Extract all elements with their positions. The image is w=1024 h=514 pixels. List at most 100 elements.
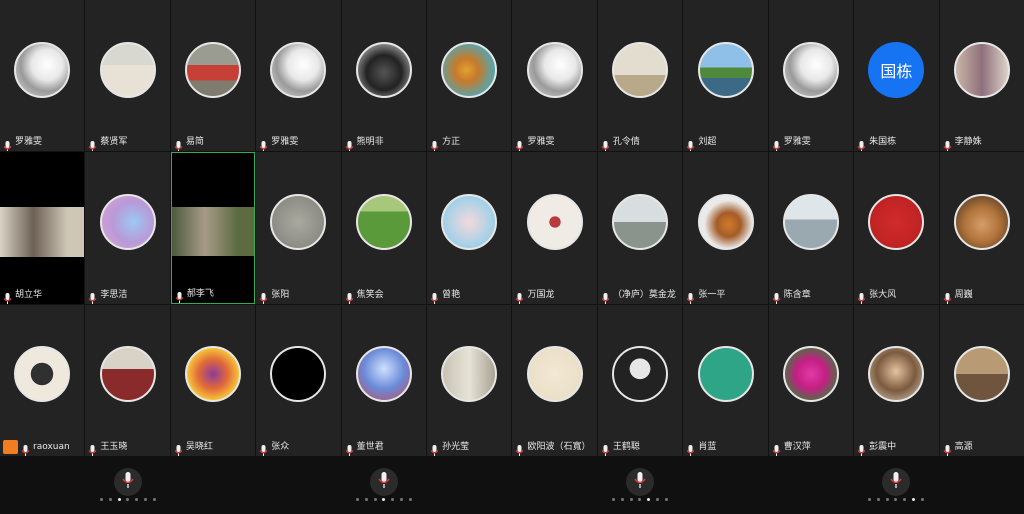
- page-dot[interactable]: [656, 498, 660, 501]
- mic-muted-icon: [88, 289, 97, 304]
- mute-toggle-button[interactable]: [370, 468, 398, 496]
- participant-tile[interactable]: 李静姝: [939, 0, 1024, 152]
- participant-tile[interactable]: 罗雅雯: [256, 0, 341, 152]
- participant-tile[interactable]: 蔡贤军: [85, 0, 170, 152]
- participant-tile[interactable]: （净庐）莫金龙: [597, 152, 683, 304]
- page-dot[interactable]: [876, 498, 880, 501]
- avatar: [953, 346, 1010, 403]
- avatar: [612, 346, 669, 403]
- participant-name: 董世君: [356, 441, 384, 452]
- page-dot[interactable]: [391, 498, 395, 501]
- page-indicator[interactable]: [356, 498, 412, 501]
- participant-name-bar: raoxuan: [0, 438, 70, 456]
- participant-name-bar: 罗雅雯: [0, 133, 42, 152]
- mute-toggle-button[interactable]: [626, 468, 654, 496]
- page-dot[interactable]: [373, 498, 377, 501]
- mic-muted-icon: [21, 441, 30, 456]
- page-dot[interactable]: [629, 498, 633, 501]
- participant-tile[interactable]: 曾艳: [427, 152, 512, 304]
- page-dot[interactable]: [612, 498, 615, 501]
- page-dot[interactable]: [126, 498, 130, 501]
- participant-tile[interactable]: 张众: [256, 304, 341, 456]
- page-dot[interactable]: [885, 498, 889, 501]
- participant-tile[interactable]: 肖蓝: [683, 304, 768, 456]
- page-dot[interactable]: [152, 498, 156, 501]
- page-dot[interactable]: [620, 498, 624, 501]
- participant-tile[interactable]: 罗雅雯: [512, 0, 597, 152]
- participant-tile[interactable]: 欧阳波（石寬）: [512, 304, 597, 456]
- video-feed: [171, 153, 255, 303]
- page-dot[interactable]: [894, 498, 898, 501]
- participant-tile[interactable]: 周巍: [939, 152, 1024, 304]
- participant-tile[interactable]: 郝李飞: [170, 152, 256, 304]
- participant-tile[interactable]: 张大风: [854, 152, 939, 304]
- page-dot[interactable]: [400, 498, 404, 501]
- participant-tile[interactable]: 罗雅雯: [768, 0, 854, 152]
- participant-name: 孙光莹: [442, 441, 470, 452]
- mic-muted-icon: [430, 137, 439, 152]
- participant-tile[interactable]: 国栋 朱国栋: [854, 0, 939, 152]
- mic-muted-icon: [601, 441, 610, 456]
- participant-tile[interactable]: 吴晓红: [170, 304, 256, 456]
- page-indicator[interactable]: [612, 498, 668, 501]
- page-dot[interactable]: [868, 498, 871, 501]
- page-dot[interactable]: [135, 498, 139, 501]
- page-dot[interactable]: [912, 498, 916, 501]
- page-dot[interactable]: [356, 498, 359, 501]
- participant-tile[interactable]: 彭震中: [854, 304, 939, 456]
- page-dot[interactable]: [117, 498, 121, 501]
- page-dot[interactable]: [647, 498, 651, 501]
- participant-tile[interactable]: raoxuan: [0, 304, 85, 456]
- participant-name-bar: 罗雅雯: [512, 133, 555, 152]
- page-dot[interactable]: [920, 498, 924, 501]
- page-dot[interactable]: [638, 498, 642, 501]
- page-dot[interactable]: [144, 498, 148, 501]
- participant-tile[interactable]: 王玉晓: [85, 304, 170, 456]
- page-dot[interactable]: [382, 498, 386, 501]
- participant-name: 高源: [954, 441, 973, 452]
- participant-tile[interactable]: 胡立华: [0, 152, 85, 304]
- page-dot[interactable]: [664, 498, 668, 501]
- page-indicator[interactable]: [868, 498, 924, 501]
- participant-name-bar: 方正: [427, 133, 460, 152]
- mic-muted-icon: [857, 441, 866, 456]
- participant-tile[interactable]: 高源: [939, 304, 1024, 456]
- participant-tile[interactable]: 王鹤聪: [597, 304, 683, 456]
- avatar: [953, 193, 1010, 250]
- page-dot[interactable]: [108, 498, 112, 501]
- participant-tile[interactable]: 曹汉萍: [768, 304, 854, 456]
- participant-name-bar: 高源: [940, 438, 973, 456]
- page-dot[interactable]: [408, 498, 412, 501]
- avatar: 国栋: [868, 41, 925, 98]
- participant-tile[interactable]: 罗雅雯: [0, 0, 85, 152]
- participant-tile[interactable]: 李思洁: [85, 152, 170, 304]
- participant-tile[interactable]: 易简: [170, 0, 256, 152]
- participant-tile[interactable]: 陈含章: [768, 152, 854, 304]
- participant-name-bar: 曾艳: [427, 286, 460, 304]
- participant-name-bar: 肖蓝: [683, 438, 716, 456]
- page-dot[interactable]: [364, 498, 368, 501]
- participant-tile[interactable]: 张一平: [683, 152, 768, 304]
- page-dot[interactable]: [903, 498, 907, 501]
- participant-tile[interactable]: 孙光莹: [427, 304, 512, 456]
- avatar: [868, 346, 925, 403]
- participant-name: 王鹤聪: [612, 441, 640, 452]
- participant-tile[interactable]: 焦笑会: [341, 152, 427, 304]
- participant-tile[interactable]: 张阳: [256, 152, 341, 304]
- page-dot[interactable]: [100, 498, 103, 501]
- participant-name: 朱国栋: [869, 137, 897, 148]
- mic-muted-icon: [345, 441, 354, 456]
- participant-tile[interactable]: 董世君: [341, 304, 427, 456]
- participant-tile[interactable]: 方正: [427, 0, 512, 152]
- participant-tile[interactable]: 刘超: [683, 0, 768, 152]
- participant-name: 张阳: [271, 289, 290, 300]
- participant-tile[interactable]: 孔令倩: [597, 0, 683, 152]
- avatar: [270, 193, 327, 250]
- avatar: [185, 346, 242, 403]
- page-indicator[interactable]: [100, 498, 156, 501]
- avatar: [14, 346, 71, 403]
- participant-tile[interactable]: 万国龙: [512, 152, 597, 304]
- mute-toggle-button[interactable]: [114, 468, 142, 496]
- mute-toggle-button[interactable]: [882, 468, 910, 496]
- participant-tile[interactable]: 熊明非: [341, 0, 427, 152]
